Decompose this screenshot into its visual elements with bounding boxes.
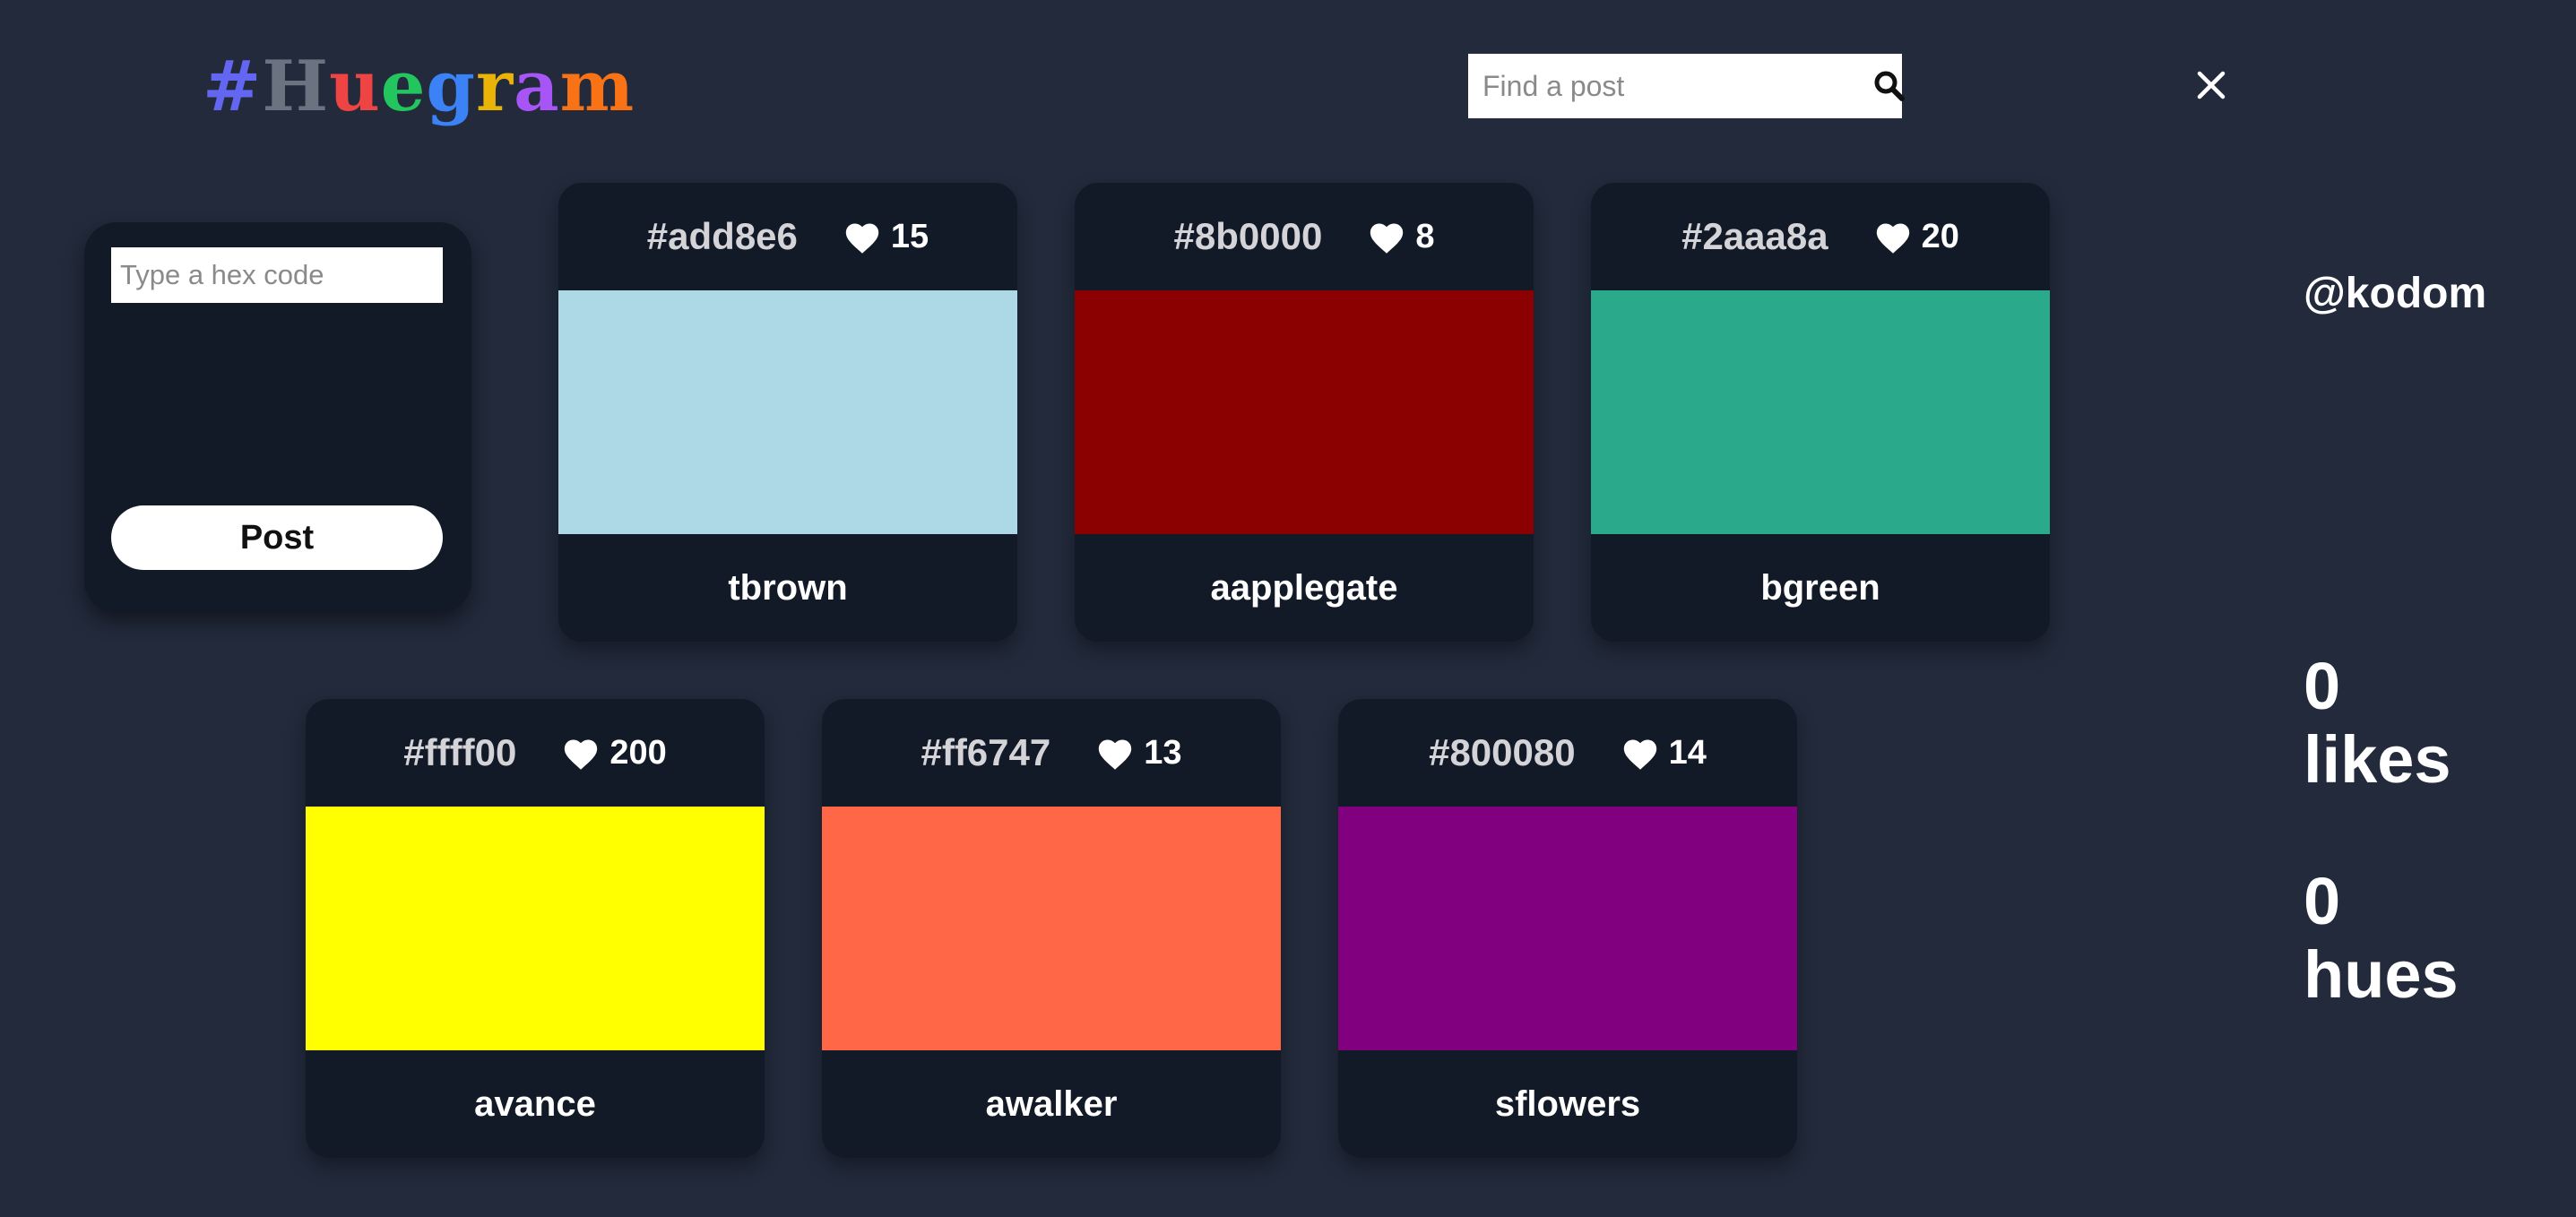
color-swatch: [822, 807, 1281, 1050]
heart-icon: [1099, 739, 1132, 770]
post-header: #8b0000 8: [1075, 183, 1534, 290]
like-button[interactable]: 8: [1367, 218, 1434, 256]
post-header: #2aaa8a 20: [1591, 183, 2050, 290]
post-header: #ff6747 13: [822, 699, 1281, 807]
post-like-count: 8: [1415, 217, 1435, 255]
post-like-count: 14: [1668, 733, 1707, 772]
logo-char: m: [559, 46, 635, 127]
post-card[interactable]: #ff6747 13 awalker: [822, 699, 1281, 1158]
color-swatch: [1075, 290, 1534, 534]
heart-icon: [845, 223, 879, 254]
hex-code-input[interactable]: [111, 247, 443, 303]
app-logo[interactable]: #Huegram: [203, 47, 635, 127]
logo-char: u: [329, 46, 381, 127]
logo-char: #: [203, 46, 263, 127]
like-button[interactable]: 200: [561, 733, 667, 772]
hues-label: hues: [2304, 937, 2459, 1012]
heart-icon: [565, 739, 598, 770]
post-hex-code: #ffff00: [403, 731, 517, 773]
post-header: #ffff00 200: [306, 699, 765, 807]
like-button[interactable]: 15: [843, 218, 929, 256]
logo-char: e: [380, 46, 427, 127]
heart-icon: [1370, 223, 1404, 254]
post-card[interactable]: #2aaa8a 20 bgreen: [1591, 183, 2050, 642]
post-card[interactable]: #8b0000 8 aapplegate: [1075, 183, 1534, 642]
post-card[interactable]: #800080 14 sflowers: [1338, 699, 1797, 1158]
color-swatch: [1591, 290, 2050, 534]
post-header: #add8e6 15: [558, 183, 1017, 290]
color-swatch: [1338, 807, 1797, 1050]
likes-stat: 0 likes: [2304, 650, 2451, 797]
color-swatch: [558, 290, 1017, 534]
search-bar: [1468, 54, 1905, 118]
post-header: #800080 14: [1338, 699, 1797, 807]
hues-stat: 0 hues: [2304, 865, 2459, 1012]
post-hex-code: #8b0000: [1173, 215, 1323, 257]
post-like-count: 15: [890, 217, 929, 255]
color-swatch: [306, 807, 765, 1050]
logo-char: H: [262, 46, 330, 127]
heart-icon: [1623, 739, 1656, 770]
post-hex-code: #800080: [1429, 731, 1576, 773]
post-like-count: 200: [609, 733, 667, 772]
post-author[interactable]: awalker: [822, 1050, 1281, 1158]
post-author[interactable]: avance: [306, 1050, 765, 1158]
likes-count: 0: [2304, 649, 2341, 723]
post-button[interactable]: Post: [111, 505, 443, 570]
hues-count: 0: [2304, 864, 2341, 938]
post-hex-code: #add8e6: [646, 215, 798, 257]
like-button[interactable]: 20: [1873, 218, 1959, 256]
post-hex-code: #ff6747: [921, 731, 1051, 773]
like-button[interactable]: 14: [1621, 734, 1707, 772]
logo-char: a: [514, 46, 560, 127]
post-card[interactable]: #add8e6 15 tbrown: [558, 183, 1017, 642]
close-icon[interactable]: [2187, 61, 2235, 109]
new-post-panel: Post: [84, 222, 471, 613]
post-author[interactable]: tbrown: [558, 534, 1017, 642]
post-author[interactable]: aapplegate: [1075, 534, 1534, 642]
logo-char: r: [475, 46, 514, 127]
post-author[interactable]: sflowers: [1338, 1050, 1797, 1158]
heart-icon: [1876, 223, 1909, 254]
search-input[interactable]: [1468, 54, 1873, 118]
post-like-count: 13: [1144, 733, 1182, 772]
post-card[interactable]: #ffff00 200 avance: [306, 699, 765, 1158]
search-icon[interactable]: [1873, 54, 1906, 118]
post-hex-code: #2aaa8a: [1681, 215, 1828, 257]
profile-username[interactable]: @kodom: [2304, 269, 2486, 318]
post-author[interactable]: bgreen: [1591, 534, 2050, 642]
like-button[interactable]: 13: [1095, 733, 1182, 772]
likes-label: likes: [2304, 722, 2451, 797]
logo-char: g: [426, 46, 476, 127]
post-like-count: 20: [1921, 217, 1959, 255]
